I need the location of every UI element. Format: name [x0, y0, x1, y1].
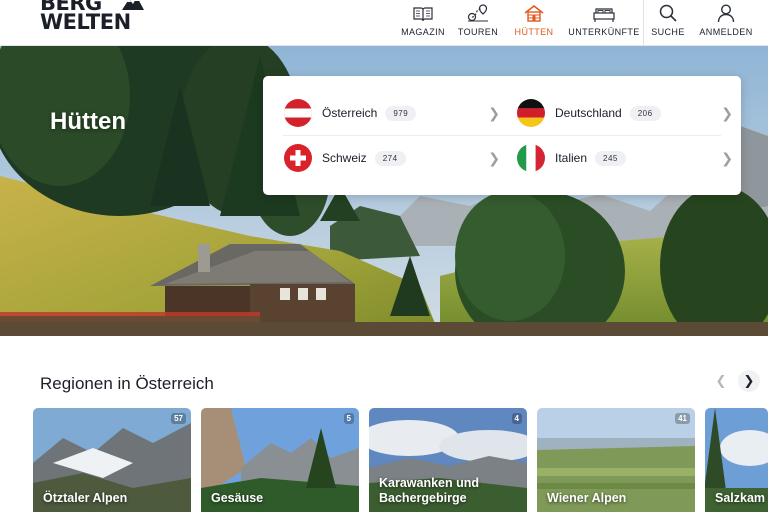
- country-link-deutschland[interactable]: Deutschland 206 ❯: [517, 93, 733, 133]
- page-title: Hütten: [50, 108, 126, 135]
- austria-flag-icon: [284, 99, 312, 127]
- chevron-right-icon: ❯: [488, 105, 500, 121]
- region-card[interactable]: 41 Wiener Alpen: [537, 408, 695, 512]
- count-badge: 206: [629, 105, 661, 121]
- region-card[interactable]: 4 Karawanken und Bachergebirge: [369, 408, 527, 512]
- count-badge: 274: [374, 150, 406, 166]
- country-link-schweiz[interactable]: Schweiz 274 ❯: [284, 138, 500, 178]
- site-header: BERG WELTEN MAGAZIN TOUREN HÜTTEN UNTERK…: [0, 0, 768, 46]
- country-link-italien[interactable]: Italien 245 ❯: [517, 138, 733, 178]
- nav-magazin[interactable]: MAGAZIN: [401, 0, 445, 46]
- bergwelten-logo[interactable]: BERG WELTEN: [40, 0, 144, 33]
- nav-unterkuenfte[interactable]: UNTERKÜNFTE: [568, 0, 639, 46]
- section-title: Regionen in Österreich: [40, 374, 214, 393]
- chevron-right-icon: ❯: [721, 105, 733, 121]
- germany-flag-icon: [517, 99, 545, 127]
- chevron-right-icon: ❯: [721, 150, 733, 166]
- nav-separator: [643, 0, 644, 46]
- region-card[interactable]: Salzkam: [705, 408, 768, 512]
- nav-touren[interactable]: TOUREN: [458, 0, 498, 46]
- chevron-right-icon: ❯: [488, 150, 500, 166]
- count-badge: 4: [511, 413, 522, 424]
- italy-flag-icon: [517, 144, 545, 172]
- user-icon: [717, 0, 735, 22]
- divider: [283, 135, 721, 136]
- count-badge: 979: [385, 105, 417, 121]
- nav-huetten[interactable]: HÜTTEN: [514, 0, 554, 46]
- count-badge: 41: [675, 413, 690, 424]
- country-link-oesterreich[interactable]: Österreich 979 ❯: [284, 93, 500, 133]
- region-card[interactable]: 57 Ötztaler Alpen: [33, 408, 191, 512]
- country-selector-card: Österreich 979 ❯ Deutschland 206 ❯ Schwe…: [263, 76, 741, 195]
- chevron-left-icon: ❮: [715, 373, 727, 388]
- mountain-logo-icon: [122, 0, 144, 10]
- nav-anmelden[interactable]: ANMELDEN: [699, 0, 752, 46]
- chevron-right-icon: ❯: [743, 373, 755, 388]
- route-icon: [467, 0, 489, 22]
- bed-icon: [593, 0, 615, 22]
- carousel-next-button[interactable]: ❯: [738, 370, 760, 392]
- nav-suche[interactable]: SUCHE: [650, 0, 686, 46]
- book-icon: [413, 0, 433, 22]
- count-badge: 57: [171, 413, 186, 424]
- region-card[interactable]: 5 Gesäuse: [201, 408, 359, 512]
- hut-icon: [524, 0, 544, 22]
- main-nav: MAGAZIN TOUREN HÜTTEN UNTERKÜNFTE SUCHE: [401, 0, 768, 46]
- search-icon: [659, 0, 677, 22]
- count-badge: 245: [595, 150, 626, 166]
- switzerland-flag-icon: [284, 144, 312, 172]
- carousel-prev-button[interactable]: ❮: [710, 370, 732, 392]
- count-badge: 5: [343, 413, 354, 424]
